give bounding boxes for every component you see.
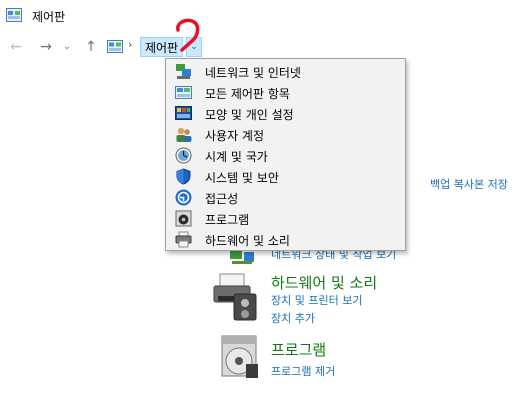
dropdown-item-label: 모양 및 개인 설정 [205,108,294,122]
dropdown-item-label: 시계 및 국가 [205,150,268,164]
dropdown-item-label: 모든 제어판 항목 [205,87,290,101]
dropdown-item-programs[interactable]: 프로그램 [167,208,404,229]
uninstall-program-link[interactable]: 프로그램 제거 [271,363,335,379]
programs-disc-icon [221,335,258,378]
back-button[interactable]: ← [6,37,26,57]
dropdown-item-label: 하드웨어 및 소리 [205,234,290,248]
accessibility-icon [175,189,192,206]
dropdown-item-network[interactable]: 네트워크 및 인터넷 [167,61,404,82]
add-device-link[interactable]: 장치 추가 [271,310,315,326]
breadcrumb-dropdown-menu: 네트워크 및 인터넷 모든 제어판 항목 모양 및 개인 설정 사용자 계정 시… [165,58,406,251]
breadcrumb-dropdown-button[interactable]: ⌄ [186,37,202,57]
hardware-sound-icon [175,231,192,248]
dropdown-item-appearance[interactable]: 모양 및 개인 설정 [167,103,404,124]
window-title: 제어판 [32,10,66,24]
dropdown-item-label: 접근성 [205,192,239,206]
dropdown-item-label: 네트워크 및 인터넷 [205,66,301,80]
address-bar[interactable]: › 제어판 ⌄ [104,36,530,58]
control-panel-items-icon [175,86,192,99]
recent-locations-button[interactable]: ⌄ [60,37,74,57]
control-panel-icon [107,40,123,53]
backup-link[interactable]: 백업 복사본 저장 [430,176,508,192]
dropdown-item-accessibility[interactable]: 접근성 [167,187,404,208]
dropdown-item-label: 시스템 및 보안 [205,171,279,185]
dropdown-item-label: 사용자 계정 [205,129,265,143]
control-panel-icon [6,8,22,22]
user-accounts-icon [176,127,192,142]
title-bar: 제어판 [0,0,530,32]
dropdown-item-user-accounts[interactable]: 사용자 계정 [167,124,404,145]
navigation-bar: ← → ⌄ ↑ › 제어판 ⌄ [0,35,530,59]
dropdown-item-clock-region[interactable]: 시계 및 국가 [167,145,404,166]
breadcrumb-control-panel[interactable]: 제어판 [140,37,184,57]
programs-title[interactable]: 프로그램 [271,339,326,360]
breadcrumb-separator[interactable]: › [128,38,132,51]
network-icon [230,250,254,264]
control-panel-window: 제어판 ← → ⌄ ↑ › 제어판 ⌄ 백업 복사본 저장 네트워크 상태 및 … [0,0,530,400]
hardware-sound-title[interactable]: 하드웨어 및 소리 [271,272,377,293]
dropdown-item-system-security[interactable]: 시스템 및 보안 [167,166,404,187]
devices-printers-link[interactable]: 장치 및 프린터 보기 [271,292,362,308]
dropdown-item-all-items[interactable]: 모든 제어판 항목 [167,82,404,103]
clock-region-icon [175,147,192,164]
printer-icon [213,273,257,321]
network-icon [176,64,191,79]
up-button[interactable]: ↑ [82,37,100,57]
appearance-icon [175,106,192,120]
shield-icon [176,168,191,185]
dropdown-item-label: 프로그램 [205,213,250,227]
forward-button[interactable]: → [36,37,56,57]
dropdown-item-hardware-sound[interactable]: 하드웨어 및 소리 [167,229,404,250]
programs-icon [175,210,192,227]
